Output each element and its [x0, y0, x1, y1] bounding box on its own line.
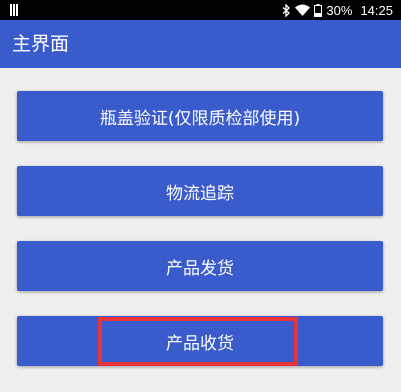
logistics-tracking-button[interactable]: 物流追踪: [17, 166, 383, 216]
status-bar: 30% 14:25: [0, 0, 401, 20]
battery-percent: 30%: [326, 2, 353, 18]
clock: 14:25: [360, 2, 393, 18]
product-receiving-button[interactable]: 产品收货: [17, 316, 383, 366]
page-title: 主界面: [12, 33, 70, 55]
button-label: 瓶盖验证(仅限质检部使用): [99, 108, 301, 129]
button-label: 产品发货: [166, 258, 234, 279]
app-bar: 主界面: [0, 20, 401, 68]
button-label: 物流追踪: [166, 183, 234, 204]
bluetooth-icon: [282, 3, 291, 17]
battery-icon: [314, 3, 323, 17]
status-icons: 30% 14:25: [282, 2, 393, 18]
button-label: 产品收货: [166, 333, 234, 354]
product-shipping-button[interactable]: 产品发货: [17, 241, 383, 291]
bottle-cap-verification-button[interactable]: 瓶盖验证(仅限质检部使用): [17, 91, 383, 141]
notification-icon: [10, 4, 19, 16]
wifi-icon: [295, 4, 311, 16]
